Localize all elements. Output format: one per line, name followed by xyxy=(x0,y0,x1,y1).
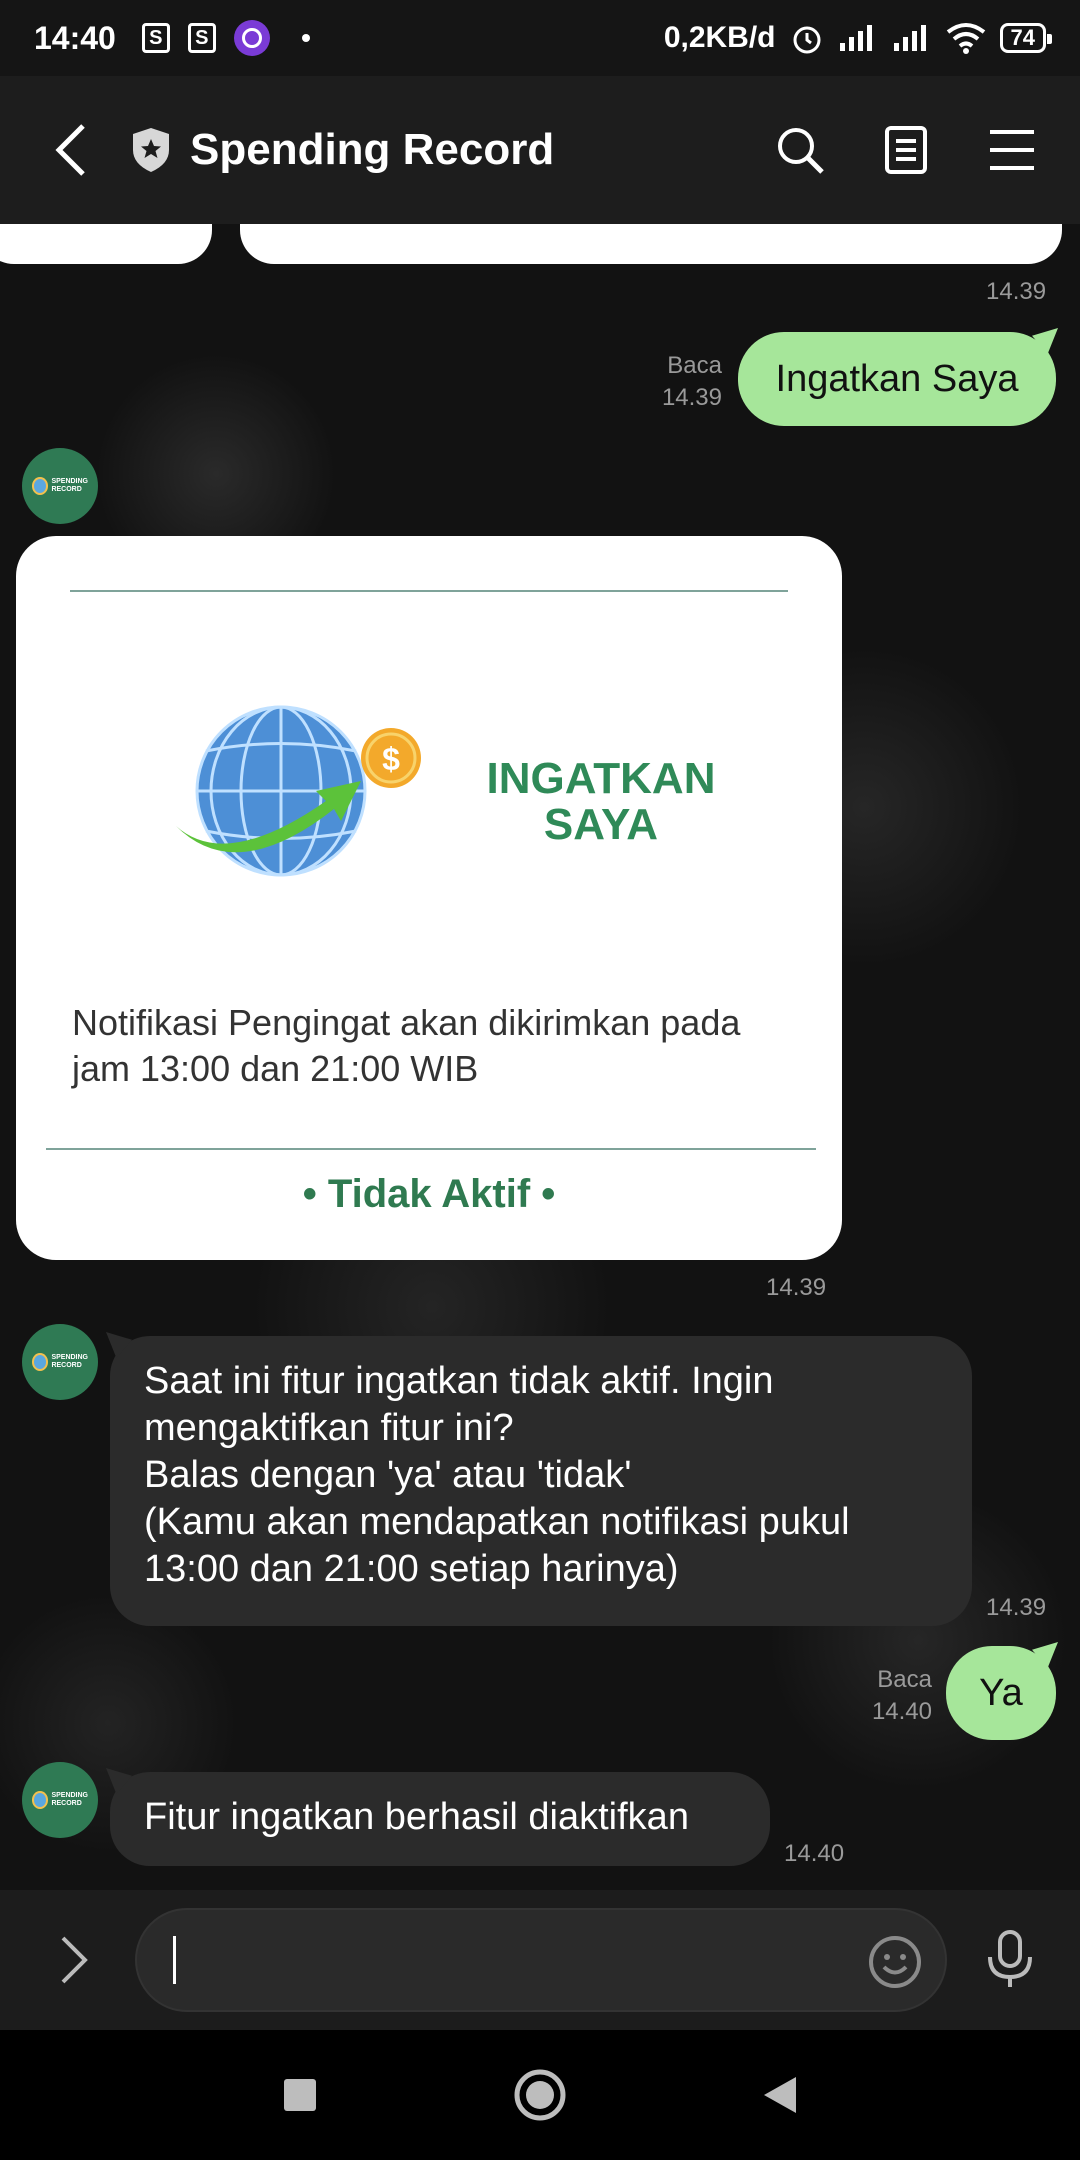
status-bar: 14:40 S S 0,2KB/d 74 xyxy=(0,0,1080,76)
chevron-right-icon xyxy=(62,1936,89,1984)
reminder-description: Notifikasi Pengingat akan dikirimkan pad… xyxy=(72,1002,741,1089)
bot-avatar[interactable]: SPENDING RECORD xyxy=(22,448,98,524)
signal-icon xyxy=(839,25,872,51)
message-input-bar xyxy=(0,1890,1080,2030)
reminder-card[interactable]: $ INGATKAN SAYA Notifikasi Pengingat aka… xyxy=(16,536,842,1260)
bot-avatar[interactable]: SPENDING RECORD xyxy=(22,1324,98,1400)
message-time: 14.40 xyxy=(784,1840,845,1867)
expand-button[interactable] xyxy=(30,1915,119,2005)
reminder-status-button[interactable]: • Tidak Aktif • xyxy=(16,1172,842,1217)
previous-card-partial[interactable] xyxy=(0,224,212,264)
message-time: 14.39 xyxy=(766,1274,827,1301)
reminder-banner: $ INGATKAN SAYA xyxy=(166,696,726,886)
message-text: mengaktifkan fitur ini? xyxy=(144,1407,514,1449)
notes-icon xyxy=(885,126,927,174)
message-text: (Kamu akan mendapatkan notifikasi pukul xyxy=(144,1501,850,1543)
status-time: 14:40 xyxy=(34,19,116,56)
triangle-back-icon xyxy=(764,2077,796,2113)
chat-title: Spending Record xyxy=(190,125,555,174)
incoming-message[interactable]: Fitur ingatkan berhasil diaktifkan xyxy=(110,1772,770,1866)
previous-card-partial[interactable] xyxy=(240,224,1062,264)
shield-star-icon xyxy=(128,125,174,175)
message-text: Balas dengan 'ya' atau 'tidak' xyxy=(144,1454,632,1496)
more-notifications-dot xyxy=(301,34,310,42)
battery-indicator: 74 xyxy=(999,23,1053,53)
microphone-icon xyxy=(988,1930,1033,1987)
signal-icon xyxy=(893,25,926,51)
notes-button[interactable] xyxy=(878,122,934,178)
message-text: Ya xyxy=(979,1671,1023,1714)
message-text: Ingatkan Saya xyxy=(775,357,1019,400)
message-text: Saat ini fitur ingatkan tidak aktif. Ing… xyxy=(144,1360,774,1402)
bot-avatar[interactable]: SPENDING RECORD xyxy=(22,1762,98,1838)
shopping-bag-icon: S xyxy=(187,23,216,53)
outgoing-message[interactable]: Ingatkan Saya xyxy=(738,332,1056,426)
svg-text:$: $ xyxy=(382,741,400,777)
message-input[interactable] xyxy=(172,1936,813,1984)
incoming-message[interactable]: Saat ini fitur ingatkan tidak aktif. Ing… xyxy=(110,1336,972,1626)
home-button[interactable] xyxy=(510,2065,570,2125)
system-navigation-bar xyxy=(0,2030,1080,2160)
hamburger-menu-icon xyxy=(990,130,1034,170)
chat-messages[interactable]: 14.39 Baca 14.39 Ingatkan Saya SPENDING R… xyxy=(0,224,1080,1890)
shopping-bag-icon: S xyxy=(141,23,170,53)
emoji-icon[interactable] xyxy=(867,1934,923,1990)
back-button[interactable] xyxy=(40,120,100,180)
square-icon xyxy=(284,2079,316,2111)
read-receipt: Baca 14.40 xyxy=(871,1666,932,1725)
message-text: Fitur ingatkan berhasil diaktifkan xyxy=(144,1796,689,1838)
voice-button[interactable] xyxy=(971,1920,1050,2000)
outgoing-message[interactable]: Ya xyxy=(946,1646,1056,1740)
app-notification-icon xyxy=(233,20,270,56)
search-icon xyxy=(778,128,824,174)
message-field[interactable] xyxy=(134,1908,947,2012)
alarm-icon xyxy=(793,26,821,54)
message-time: 14.39 xyxy=(986,1594,1047,1621)
banner-title: INGATKAN SAYA xyxy=(486,754,716,849)
circle-icon xyxy=(514,2069,566,2121)
message-text: 13:00 dan 21:00 setiap harinya) xyxy=(144,1548,679,1590)
network-speed: 0,2KB/d xyxy=(663,21,776,54)
read-receipt: Baca 14.39 xyxy=(661,352,722,411)
system-back-button[interactable] xyxy=(750,2065,810,2125)
menu-button[interactable] xyxy=(984,122,1040,178)
wifi-icon xyxy=(946,23,985,54)
message-time: 14.39 xyxy=(986,278,1047,305)
search-button[interactable] xyxy=(772,122,828,178)
chat-header: Spending Record xyxy=(0,76,1080,224)
chevron-left-icon xyxy=(55,124,85,176)
globe-coin-icon: $ xyxy=(176,705,421,877)
divider xyxy=(46,1148,816,1150)
divider xyxy=(70,590,788,592)
recents-button[interactable] xyxy=(270,2065,330,2125)
